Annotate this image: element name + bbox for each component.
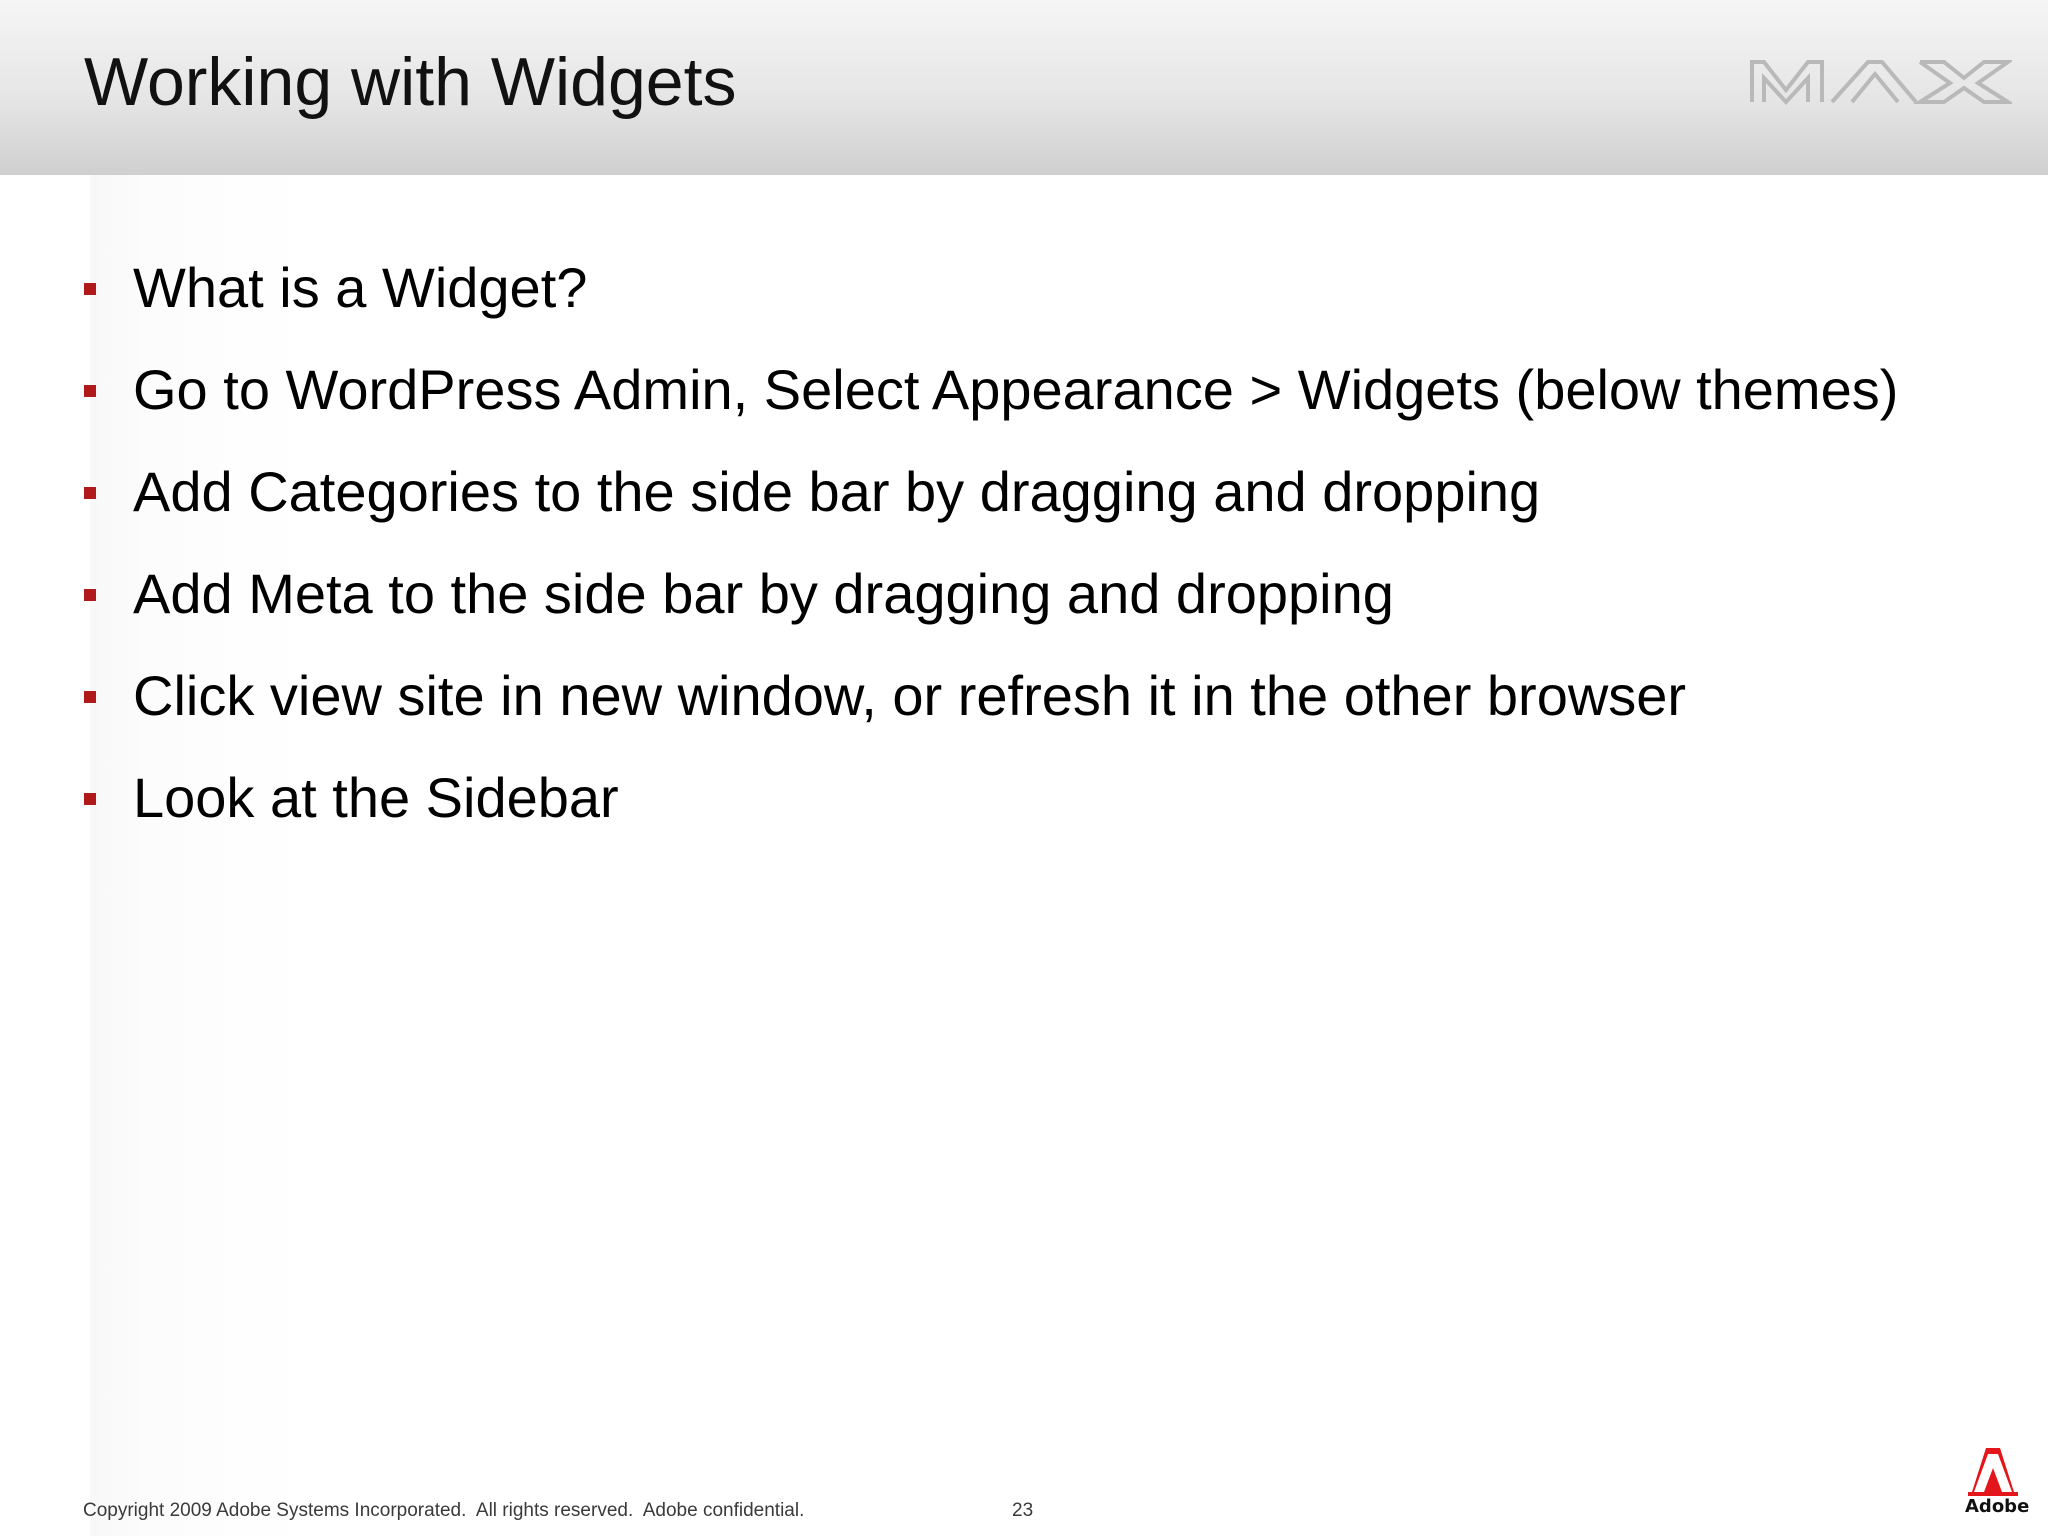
bullet-text: Go to WordPress Admin, Select Appearance… [133, 358, 1899, 421]
slide-title: Working with Widgets [84, 44, 737, 120]
adobe-wordmark: Adobe [1965, 1496, 2030, 1517]
adobe-logo: Adobe [1962, 1448, 2029, 1532]
square-bullet-icon [84, 385, 96, 397]
bullet-text: Click view site in new window, or refres… [133, 664, 1687, 727]
bullet-text: Add Meta to the side bar by dragging and… [133, 562, 1394, 625]
bullet-item: What is a Widget? [0, 250, 2048, 352]
square-bullet-icon [84, 793, 96, 805]
bullet-item: Add Meta to the side bar by dragging and… [0, 556, 2048, 658]
bullet-text: Look at the Sidebar [133, 766, 619, 829]
bullet-text: Add Categories to the side bar by draggi… [133, 460, 1541, 523]
square-bullet-icon [84, 589, 96, 601]
footer-copyright: Copyright 2009 Adobe Systems Incorporate… [83, 1500, 805, 1521]
bullet-item: Click view site in new window, or refres… [0, 658, 2048, 760]
slide: Working with Widgets What is a Widget? G… [0, 0, 2048, 1536]
adobe-a-icon [1968, 1448, 2018, 1496]
square-bullet-icon [84, 283, 96, 295]
square-bullet-icon [84, 691, 96, 703]
slide-header: Working with Widgets [0, 0, 2048, 175]
bullet-list: What is a Widget? Go to WordPress Admin,… [0, 250, 2048, 862]
bullet-item: Go to WordPress Admin, Select Appearance… [0, 352, 2048, 454]
page-number: 23 [1012, 1500, 1034, 1521]
bullet-item: Look at the Sidebar [0, 760, 2048, 862]
bullet-text: What is a Widget? [133, 256, 588, 319]
square-bullet-icon [84, 487, 96, 499]
max-logo [1750, 60, 2012, 105]
bullet-item: Add Categories to the side bar by draggi… [0, 454, 2048, 556]
